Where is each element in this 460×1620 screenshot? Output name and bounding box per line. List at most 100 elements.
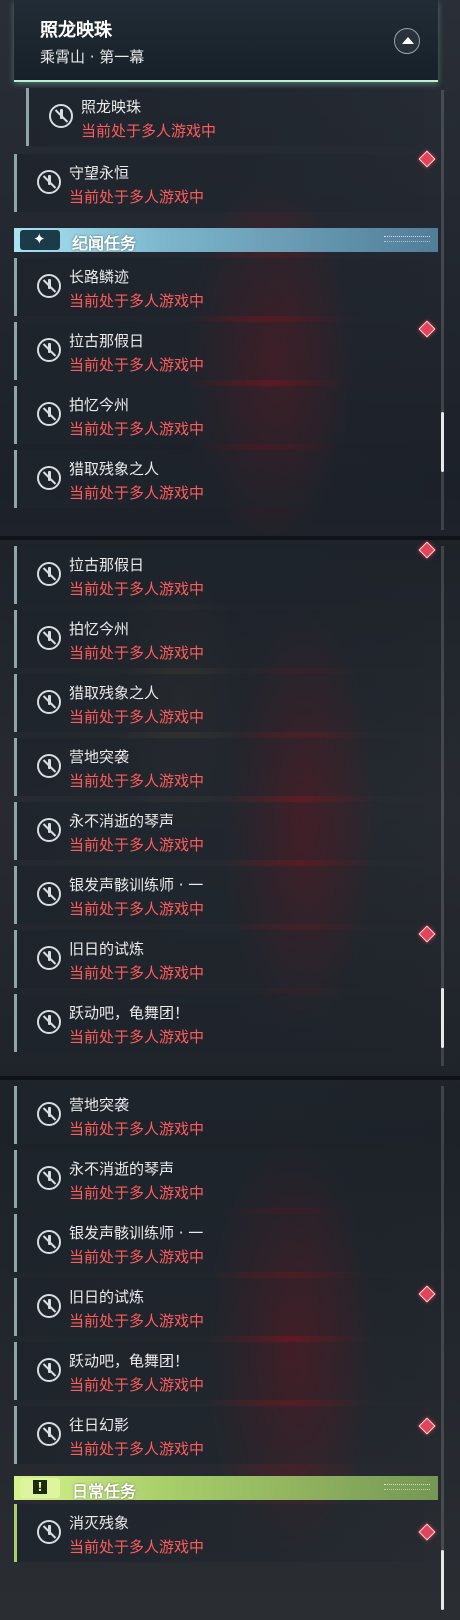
- no-entry-circle-icon: [37, 818, 61, 842]
- quest-list-panel-3: 营地突袭 当前处于多人游戏中 永不消逝的琴声 当前处于多人游戏中 银发声骸训练师…: [0, 1080, 460, 1620]
- quest-status: 当前处于多人游戏中: [69, 356, 205, 374]
- list-item[interactable]: 消灭残象 当前处于多人游戏中: [14, 1504, 424, 1562]
- quest-name: 银发声骸训练师 · 一: [69, 1224, 204, 1242]
- no-entry-circle-icon: [37, 1520, 61, 1544]
- list-item[interactable]: 拍忆今州 当前处于多人游戏中: [14, 610, 424, 668]
- no-entry-circle-icon: [37, 754, 61, 778]
- quest-name: 营地突袭: [69, 748, 130, 766]
- quest-status: 当前处于多人游戏中: [69, 644, 205, 662]
- quest-status: 当前处于多人游戏中: [69, 420, 205, 438]
- no-entry-circle-icon: [37, 274, 61, 298]
- list-item[interactable]: 拍忆今州 当前处于多人游戏中: [14, 386, 424, 444]
- list-item[interactable]: 永不消逝的琴声 当前处于多人游戏中: [14, 1150, 424, 1208]
- quest-name: 拍忆今州: [69, 396, 130, 414]
- no-entry-circle-icon: [37, 1010, 61, 1034]
- list-item[interactable]: 银发声骸训练师 · 一 当前处于多人游戏中: [14, 1214, 424, 1272]
- chevron-up-icon[interactable]: [394, 28, 420, 54]
- list-item[interactable]: 永不消逝的琴声 当前处于多人游戏中: [14, 802, 424, 860]
- scrollbar-thumb[interactable]: [441, 412, 444, 472]
- scrollbar-thumb[interactable]: [441, 1550, 444, 1610]
- scrollbar-thumb[interactable]: [441, 988, 444, 1048]
- list-item[interactable]: 银发声骸训练师 · 一 当前处于多人游戏中: [14, 866, 424, 924]
- no-entry-circle-icon: [37, 690, 61, 714]
- page-subtitle: 乘霄山 · 第一幕: [40, 48, 145, 66]
- quest-name: 永不消逝的琴声: [69, 812, 175, 830]
- quest-status: 当前处于多人游戏中: [69, 484, 205, 502]
- quest-name: 拍忆今州: [69, 620, 130, 638]
- list-item[interactable]: 旧日的试炼 当前处于多人游戏中: [14, 930, 424, 988]
- no-entry-circle-icon: [37, 1358, 61, 1382]
- list-item[interactable]: 营地突袭 当前处于多人游戏中: [14, 738, 424, 796]
- list-item[interactable]: 长路鳞迹 当前处于多人游戏中: [14, 258, 424, 316]
- quest-name: 营地突袭: [69, 1096, 130, 1114]
- quest-status: 当前处于多人游戏中: [69, 1538, 205, 1556]
- quest-name: 守望永恒: [69, 164, 130, 182]
- no-entry-circle-icon: [37, 1102, 61, 1126]
- no-entry-circle-icon: [37, 338, 61, 362]
- quest-name: 跃动吧，龟舞团！: [69, 1004, 190, 1022]
- quest-list-panel-2: 拉古那假日 当前处于多人游戏中 拍忆今州 当前处于多人游戏中 猎取残象之人 当前…: [0, 540, 460, 1078]
- quest-name: 猎取残象之人: [69, 684, 160, 702]
- list-item[interactable]: 往日幻影 当前处于多人游戏中: [14, 1406, 424, 1464]
- quest-status: 当前处于多人游戏中: [69, 900, 205, 918]
- quest-name: 旧日的试炼: [69, 1288, 145, 1306]
- list-item[interactable]: 照龙映珠 当前处于多人游戏中: [26, 88, 424, 146]
- category-label: 纪闻任务: [72, 234, 137, 253]
- quest-status: 当前处于多人游戏中: [69, 964, 205, 982]
- category-header-lore[interactable]: 纪闻任务: [14, 228, 438, 253]
- no-entry-circle-icon: [37, 466, 61, 490]
- quest-status: 当前处于多人游戏中: [69, 708, 205, 726]
- scrollbar-track[interactable]: [441, 1086, 444, 1606]
- page-title: 照龙映珠: [40, 20, 112, 41]
- quest-status: 当前处于多人游戏中: [69, 1120, 205, 1138]
- no-entry-circle-icon: [37, 1166, 61, 1190]
- list-item[interactable]: 跃动吧，龟舞团！ 当前处于多人游戏中: [14, 1342, 424, 1400]
- no-entry-circle-icon: [37, 402, 61, 426]
- list-item[interactable]: 猎取残象之人 当前处于多人游戏中: [14, 450, 424, 508]
- quest-name: 猎取残象之人: [69, 460, 160, 478]
- exclamation-icon: [20, 1478, 60, 1498]
- quest-name: 拉古那假日: [69, 556, 145, 574]
- quest-status: 当前处于多人游戏中: [69, 292, 205, 310]
- quest-status: 当前处于多人游戏中: [81, 122, 217, 140]
- quest-status: 当前处于多人游戏中: [69, 772, 205, 790]
- quest-status: 当前处于多人游戏中: [69, 836, 205, 854]
- no-entry-circle-icon: [37, 170, 61, 194]
- quest-name: 照龙映珠: [81, 98, 142, 116]
- list-item[interactable]: 营地突袭 当前处于多人游戏中: [14, 1086, 424, 1144]
- quest-header[interactable]: 照龙映珠 乘霄山 · 第一幕: [14, 0, 438, 82]
- quest-name: 永不消逝的琴声: [69, 1160, 175, 1178]
- quest-list-panel-1: 照龙映珠 乘霄山 · 第一幕 照龙映珠 当前处于多人游戏中 守望永恒 当前处于多…: [0, 0, 460, 540]
- list-item[interactable]: 守望永恒 当前处于多人游戏中: [14, 154, 424, 212]
- list-item[interactable]: 拉古那假日 当前处于多人游戏中: [14, 322, 424, 380]
- no-entry-circle-icon: [37, 1422, 61, 1446]
- quest-status: 当前处于多人游戏中: [69, 1376, 205, 1394]
- quest-name: 跃动吧，龟舞团！: [69, 1352, 190, 1370]
- no-entry-circle-icon: [49, 104, 73, 128]
- quest-name: 银发声骸训练师 · 一: [69, 876, 204, 894]
- list-item[interactable]: 跃动吧，龟舞团！ 当前处于多人游戏中: [14, 994, 424, 1052]
- quest-status: 当前处于多人游戏中: [69, 1312, 205, 1330]
- quest-status: 当前处于多人游戏中: [69, 580, 205, 598]
- sparkle-icon: [20, 230, 60, 250]
- list-item[interactable]: 拉古那假日 当前处于多人游戏中: [14, 546, 424, 604]
- category-label: 日常任务: [72, 1482, 137, 1501]
- quest-status: 当前处于多人游戏中: [69, 1440, 205, 1458]
- category-header-daily[interactable]: 日常任务: [14, 1476, 438, 1501]
- quest-status: 当前处于多人游戏中: [69, 1248, 205, 1266]
- quest-name: 长路鳞迹: [69, 268, 130, 286]
- quest-status: 当前处于多人游戏中: [69, 1184, 205, 1202]
- category-decoration: [384, 236, 430, 242]
- no-entry-circle-icon: [37, 946, 61, 970]
- list-item[interactable]: 猎取残象之人 当前处于多人游戏中: [14, 674, 424, 732]
- quest-status: 当前处于多人游戏中: [69, 188, 205, 206]
- no-entry-circle-icon: [37, 562, 61, 586]
- list-item[interactable]: 旧日的试炼 当前处于多人游戏中: [14, 1278, 424, 1336]
- quest-name: 消灭残象: [69, 1514, 130, 1532]
- category-decoration: [384, 1484, 430, 1490]
- no-entry-circle-icon: [37, 1230, 61, 1254]
- no-entry-circle-icon: [37, 882, 61, 906]
- no-entry-circle-icon: [37, 1294, 61, 1318]
- quest-name: 旧日的试炼: [69, 940, 145, 958]
- quest-name: 往日幻影: [69, 1416, 130, 1434]
